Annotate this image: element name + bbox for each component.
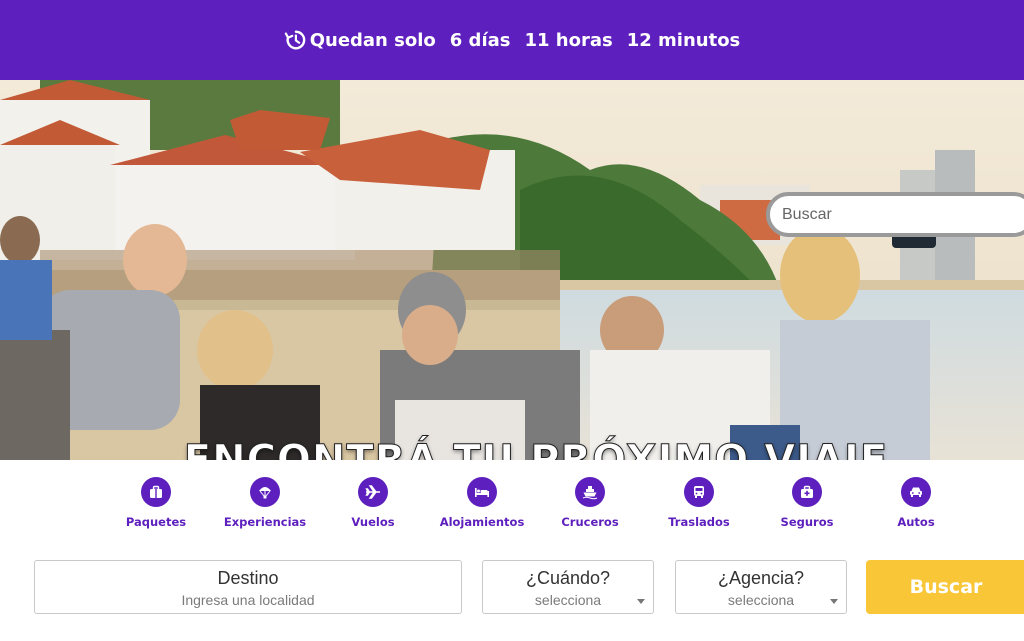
category-label: Seguros	[780, 515, 834, 529]
caret-down-icon	[637, 599, 645, 604]
agencia-value: selecciona	[727, 592, 795, 608]
cuando-value: selecciona	[534, 592, 602, 608]
parachute-icon	[250, 477, 280, 507]
cuando-select[interactable]: ¿Cuándo? selecciona	[482, 560, 654, 614]
category-alojamientos[interactable]: Alojamientos	[422, 472, 542, 529]
countdown-hours: 11 horas	[524, 29, 613, 51]
hero-photo	[0, 80, 1024, 460]
agencia-label: ¿Agencia?	[717, 568, 805, 588]
countdown-prefix: Quedan solo	[309, 29, 436, 51]
category-label: Cruceros	[561, 515, 619, 529]
category-experiencias[interactable]: Experiencias	[205, 472, 325, 529]
bed-icon	[467, 477, 497, 507]
medical-case-icon	[792, 477, 822, 507]
destino-field[interactable]: Destino Ingresa una localidad	[34, 560, 462, 614]
hero-title: ENCONTRÁ TU PRÓXIMO VIAJE	[183, 437, 889, 461]
category-autos[interactable]: Autos	[856, 472, 976, 529]
category-nav: Paquetes Experiencias Vuelos Alojamiento…	[0, 472, 1024, 536]
destino-label: Destino	[217, 568, 279, 588]
search-button[interactable]: Buscar	[866, 560, 1024, 614]
airplane-icon	[358, 477, 388, 507]
car-icon	[901, 477, 931, 507]
category-vuelos[interactable]: Vuelos	[313, 472, 433, 529]
category-label: Alojamientos	[439, 515, 525, 529]
cuando-label: ¿Cuándo?	[525, 568, 611, 588]
category-traslados[interactable]: Traslados	[639, 472, 759, 529]
category-cruceros[interactable]: Cruceros	[530, 472, 650, 529]
agencia-select[interactable]: ¿Agencia? selecciona	[675, 560, 847, 614]
hero-banner: ENCONTRÁ TU PRÓXIMO VIAJE	[0, 80, 1024, 460]
search-input[interactable]	[782, 205, 1024, 224]
category-label: Paquetes	[125, 515, 187, 529]
category-label: Vuelos	[351, 515, 395, 529]
countdown-banner: Quedan solo 6 días 11 horas 12 minutos	[0, 0, 1024, 80]
countdown-minutes: 12 minutos	[626, 29, 741, 51]
category-label: Autos	[897, 515, 935, 529]
category-label: Traslados	[668, 515, 730, 529]
history-clock-icon	[284, 29, 306, 51]
category-label: Experiencias	[223, 515, 307, 529]
caret-down-icon	[830, 599, 838, 604]
search-box[interactable]	[766, 192, 1024, 237]
bus-icon	[684, 477, 714, 507]
ship-icon	[575, 477, 605, 507]
category-seguros[interactable]: Seguros	[747, 472, 867, 529]
countdown-days: 6 días	[449, 29, 511, 51]
category-paquetes[interactable]: Paquetes	[96, 472, 216, 529]
destino-placeholder: Ingresa una localidad	[181, 592, 315, 608]
suitcase-icon	[141, 477, 171, 507]
